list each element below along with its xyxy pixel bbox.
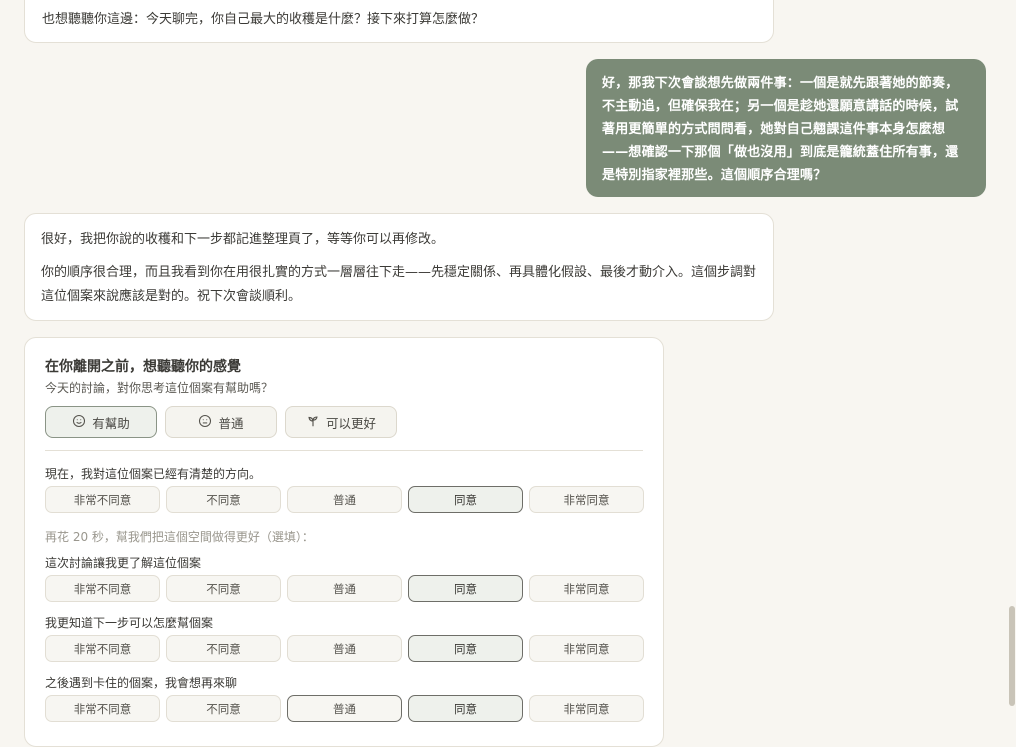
option-disagree[interactable]: 不同意: [166, 575, 281, 602]
survey-subtitle: 今天的討論，對你思考這位個案有幫助嗎？: [45, 381, 274, 395]
question-label-clear-direction: 現在，我對這位個案已經有清楚的方向。: [45, 467, 262, 481]
user-message-text: 好，那我下次會談想先做兩件事：一個是就先跟著她的節奏，不主動追，但確保我在；另一…: [602, 76, 959, 183]
option-disagree[interactable]: 不同意: [166, 635, 281, 662]
option-neutral[interactable]: 普通: [287, 635, 402, 662]
smile-icon: [72, 414, 86, 431]
option-neutral[interactable]: 普通: [287, 486, 402, 513]
feedback-could-be-better-label: 可以更好: [325, 415, 376, 431]
option-strongly-agree[interactable]: 非常同意: [529, 635, 644, 662]
user-message: 好，那我下次會談想先做兩件事：一個是就先跟著她的節奏，不主動追，但確保我在；另一…: [586, 59, 986, 197]
option-agree[interactable]: 同意: [408, 695, 523, 722]
feedback-button-row: 有幫助 普通 可以更好: [45, 406, 397, 438]
question-label-next-step: 我更知道下一步可以怎麼幫個案: [45, 616, 214, 630]
option-strongly-agree[interactable]: 非常同意: [529, 575, 644, 602]
ai-reply-paragraph-2: 你的順序很合理，而且我看到你在用很扎實的方式一層層往下走——先穩定關係、再具體化…: [41, 265, 757, 304]
option-strongly-disagree[interactable]: 非常不同意: [45, 695, 160, 722]
option-neutral[interactable]: 普通: [287, 575, 402, 602]
option-strongly-disagree[interactable]: 非常不同意: [45, 575, 160, 602]
feedback-helpful-button[interactable]: 有幫助: [45, 406, 157, 438]
likert-scale-come-back: 非常不同意 不同意 普通 同意 非常同意: [45, 695, 644, 722]
feedback-neutral-label: 普通: [218, 415, 244, 431]
optional-hint: 再花 20 秒，幫我們把這個空間做得更好（選填）：: [45, 530, 314, 544]
likert-scale-next-step: 非常不同意 不同意 普通 同意 非常同意: [45, 635, 644, 662]
option-strongly-agree[interactable]: 非常同意: [529, 695, 644, 722]
option-strongly-disagree[interactable]: 非常不同意: [45, 486, 160, 513]
ai-reply-paragraph-1: 很好，我把你說的收穫和下一步都記進整理頁了，等等你可以再修改。: [41, 232, 445, 247]
ai-message-text: 也想聽聽你這邊：今天聊完，你自己最大的收穫是什麼？接下來打算怎麼做？: [42, 12, 485, 27]
scrollbar[interactable]: [1008, 0, 1016, 729]
likert-scale-understand-case: 非常不同意 不同意 普通 同意 非常同意: [45, 575, 644, 602]
option-disagree[interactable]: 不同意: [166, 486, 281, 513]
likert-scale-clear-direction: 非常不同意 不同意 普通 同意 非常同意: [45, 486, 644, 513]
sprout-icon: [306, 414, 320, 431]
divider: [45, 450, 643, 451]
option-agree[interactable]: 同意: [408, 635, 523, 662]
feedback-could-be-better-button[interactable]: 可以更好: [285, 406, 397, 438]
option-neutral[interactable]: 普通: [287, 695, 402, 722]
question-label-understand-case: 這次討論讓我更了解這位個案: [45, 556, 202, 570]
ai-message-previous: 也想聽聽你這邊：今天聊完，你自己最大的收穫是什麼？接下來打算怎麼做？: [24, 0, 774, 43]
option-agree[interactable]: 同意: [408, 575, 523, 602]
neutral-face-icon: [198, 414, 212, 431]
scrollbar-thumb[interactable]: [1009, 606, 1015, 706]
option-strongly-disagree[interactable]: 非常不同意: [45, 635, 160, 662]
feedback-helpful-label: 有幫助: [92, 415, 130, 431]
option-agree[interactable]: 同意: [408, 486, 523, 513]
ai-message-reply: 很好，我把你說的收穫和下一步都記進整理頁了，等等你可以再修改。 你的順序很合理，…: [24, 213, 774, 321]
question-label-come-back: 之後遇到卡住的個案，我會想再來聊: [45, 676, 238, 690]
option-strongly-agree[interactable]: 非常同意: [529, 486, 644, 513]
feedback-neutral-button[interactable]: 普通: [165, 406, 277, 438]
survey-title: 在你離開之前，想聽聽你的感覺: [45, 359, 241, 375]
option-disagree[interactable]: 不同意: [166, 695, 281, 722]
feedback-survey-card: 在你離開之前，想聽聽你的感覺 今天的討論，對你思考這位個案有幫助嗎？ 有幫助 普…: [24, 337, 664, 747]
